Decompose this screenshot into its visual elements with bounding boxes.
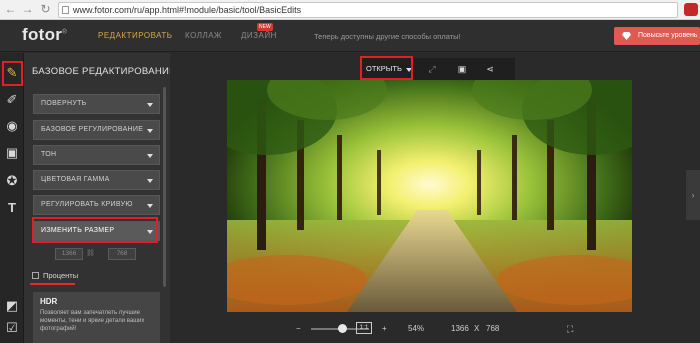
zoom-out-button[interactable]: − [296, 323, 301, 335]
hdr-card[interactable]: HDR Позволяет вам запечатлеть лучшие мом… [33, 292, 160, 343]
basic-edit-panel: БАЗОВОЕ РЕДАКТИРОВАНИЕ ПОВЕРНУТЬ БАЗОВОЕ… [24, 53, 175, 343]
star-icon[interactable]: ✪ [3, 172, 21, 190]
address-bar[interactable]: www.fotor.com/ru/app.html#!module/basic/… [58, 2, 678, 18]
share-icon[interactable]: ⋖ [483, 62, 497, 76]
resize-dropdown[interactable]: ИЗМЕНИТЬ РАЗМЕР [33, 221, 160, 241]
app-header: fotor® РЕДАКТИРОВАТЬ КОЛЛАЖ ДИЗАЙН NEW Т… [0, 20, 700, 52]
text-icon[interactable]: T [3, 199, 21, 217]
logo-text: fotor [22, 25, 63, 44]
percent-checkbox[interactable] [32, 272, 39, 279]
dropdown-label: БАЗОВОЕ РЕГУЛИРОВАНИЕ [41, 126, 144, 133]
forward-icon[interactable]: → [20, 2, 35, 17]
zoom-bar: − + 54% 1366 X 768 1:1 ⛶ [170, 316, 700, 343]
zoom-in-button[interactable]: + [382, 323, 387, 335]
link-icon[interactable]: ⛓ [86, 249, 95, 257]
brush-icon[interactable]: ✐ [3, 91, 21, 109]
upgrade-label: Повысьте уровень [638, 32, 698, 39]
nav-edit[interactable]: РЕДАКТИРОВАТЬ [98, 31, 173, 40]
pencil-icon[interactable]: ✎ [3, 64, 21, 82]
dropdown-label: ТОН [41, 151, 57, 158]
layers-icon[interactable]: ◩ [3, 297, 21, 315]
chevron-down-icon [147, 103, 153, 107]
chevron-down-icon [147, 179, 153, 183]
dropdown-label: ЦВЕТОВАЯ ГАММА [41, 176, 110, 183]
chevron-down-icon [147, 154, 153, 158]
fotor-logo[interactable]: fotor® [22, 25, 67, 45]
image-height: 768 [486, 324, 500, 333]
canvas-toolbar: ОТКРЫТЬ ⤢ ▣ ⋖ [361, 58, 515, 80]
panel-scrollbar[interactable] [163, 87, 166, 287]
eye-icon[interactable]: ◉ [3, 117, 21, 135]
curves-dropdown[interactable]: РЕГУЛИРОВАТЬ КРИВУЮ [33, 195, 160, 215]
dims-separator: X [474, 324, 480, 333]
zoom-level: 54% [408, 324, 425, 333]
back-icon[interactable]: ← [3, 2, 18, 17]
frame-icon[interactable]: ▣ [3, 144, 21, 162]
actual-size-button[interactable]: 1:1 [356, 322, 372, 334]
payment-notice[interactable]: Теперь доступны другие способы оплаты! [314, 32, 461, 41]
color-dropdown[interactable]: ЦВЕТОВАЯ ГАММА [33, 170, 160, 190]
dropdown-label: РЕГУЛИРОВАТЬ КРИВУЮ [41, 201, 133, 208]
hdr-title: HDR [40, 297, 58, 306]
open-button[interactable]: ОТКРЫТЬ [366, 62, 402, 76]
panel-title: БАЗОВОЕ РЕДАКТИРОВАНИЕ [32, 66, 176, 77]
zoom-slider-knob[interactable] [337, 324, 347, 333]
page-icon [62, 6, 69, 14]
reload-icon[interactable]: ↻ [38, 2, 53, 17]
basic-adjust-dropdown[interactable]: БАЗОВОЕ РЕГУЛИРОВАНИЕ [33, 120, 160, 140]
logo-mark: ® [62, 29, 67, 36]
browser-toolbar: ← → ↻ www.fotor.com/ru/app.html#!module/… [0, 0, 700, 20]
new-badge: NEW [257, 23, 273, 31]
dropdown-label: ПОВЕРНУТЬ [41, 100, 87, 107]
chevron-down-icon [147, 204, 153, 208]
chevron-down-icon [406, 68, 412, 72]
chevron-down-icon [147, 129, 153, 133]
percent-underline [30, 283, 75, 285]
hdr-description: Позволяет вам запечатлеть лучшие моменты… [40, 310, 145, 332]
nav-collage[interactable]: КОЛЛАЖ [185, 31, 222, 40]
fullscreen-icon[interactable]: ⤢ [425, 62, 439, 76]
nav-design[interactable]: ДИЗАЙН [241, 31, 277, 40]
forest-path-photo [227, 80, 632, 312]
fit-screen-icon[interactable]: ⛶ [567, 323, 573, 335]
chevron-down-icon [147, 230, 153, 234]
tool-strip: ✎ ✐ ◉ ▣ ✪ T ◩ ☑ [0, 53, 24, 343]
width-input[interactable]: 1366 [55, 248, 83, 260]
height-input[interactable]: 768 [108, 248, 136, 260]
rotate-dropdown[interactable]: ПОВЕРНУТЬ [33, 94, 160, 114]
percent-label: Проценты [43, 271, 79, 280]
save-icon[interactable]: ▣ [455, 62, 469, 76]
url-text: www.fotor.com/ru/app.html#!module/basic/… [73, 5, 302, 15]
side-chevron-right-icon[interactable]: › [686, 170, 700, 220]
tone-dropdown[interactable]: ТОН [33, 145, 160, 165]
upgrade-button[interactable]: Повысьте уровень [614, 27, 700, 45]
image-width: 1366 [451, 324, 469, 333]
diamond-icon [622, 32, 631, 40]
photo-canvas[interactable] [227, 80, 632, 312]
edit-square-icon[interactable]: ☑ [3, 319, 21, 337]
dropdown-label: ИЗМЕНИТЬ РАЗМЕР [41, 227, 115, 234]
extension-icon[interactable] [684, 3, 698, 16]
